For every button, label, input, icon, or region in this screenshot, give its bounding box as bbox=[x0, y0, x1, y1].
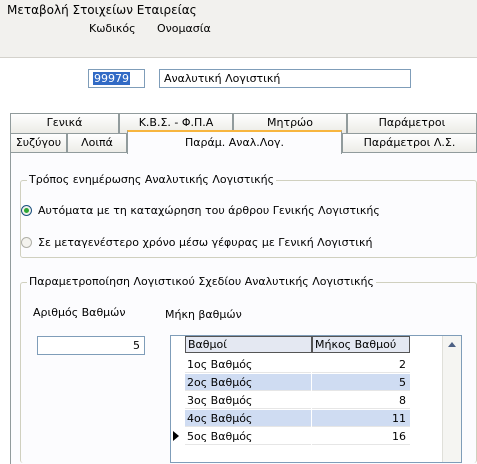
tab-general[interactable]: Γενικά bbox=[10, 113, 119, 133]
grid-scrollbar[interactable] bbox=[442, 336, 461, 462]
window-title: Μεταβολή Στοιχείων Εταιρείας bbox=[7, 3, 197, 17]
table-row[interactable]: 2ος Βαθμός 5 bbox=[171, 374, 441, 391]
table-row[interactable]: 1ος Βαθμός 2 bbox=[171, 356, 441, 373]
chart-params-label: Παραμετροποίηση Λογιστικού Σχεδίου Αναλυ… bbox=[27, 275, 376, 288]
grid-header-length[interactable]: Μήκος Βαθμού bbox=[312, 336, 410, 353]
radio-later-label: Σε μεταγενέστερο χρόνο μέσω γέφυρας με Γ… bbox=[38, 236, 373, 249]
code-value: 99979 bbox=[93, 72, 130, 85]
radio-auto-row[interactable]: Αυτόματα με τη καταχώρηση του άρθρου Γεν… bbox=[21, 204, 380, 217]
table-row[interactable]: 5ος Βαθμός 16 bbox=[171, 428, 441, 445]
radio-auto-label: Αυτόματα με τη καταχώρηση του άρθρου Γεν… bbox=[38, 204, 380, 217]
table-row[interactable]: 3ος Βαθμός 8 bbox=[171, 392, 441, 409]
row-level-length[interactable]: 8 bbox=[312, 392, 410, 409]
row-level-name: 1ος Βαθμός bbox=[185, 356, 311, 373]
row-selector-icon bbox=[173, 431, 179, 441]
radio-later[interactable] bbox=[21, 237, 32, 248]
name-input[interactable]: Αναλυτική Λογιστική bbox=[159, 69, 411, 88]
levels-input[interactable]: 5 bbox=[37, 336, 145, 355]
code-label: Κωδικός bbox=[89, 22, 136, 35]
name-label: Ονομασία bbox=[157, 22, 211, 35]
grid-header-levels[interactable]: Βαθμοί bbox=[185, 336, 312, 353]
tab-spouse[interactable]: Συζύγου bbox=[10, 133, 67, 153]
tab-parameters[interactable]: Παράμετροι bbox=[347, 113, 477, 133]
row-level-length[interactable]: 11 bbox=[312, 410, 410, 427]
tab-ls-params[interactable]: Παράμετροι Λ.Σ. bbox=[342, 133, 477, 153]
code-input[interactable]: 99979 bbox=[88, 69, 145, 88]
row-level-name: 4ος Βαθμός bbox=[185, 410, 311, 427]
radio-auto[interactable] bbox=[21, 205, 32, 216]
row-level-length[interactable]: 2 bbox=[312, 356, 410, 373]
row-level-name: 3ος Βαθμός bbox=[185, 392, 311, 409]
tab-analytical-params[interactable]: Παράμ. Αναλ.Λογ. bbox=[127, 130, 342, 154]
row-level-name: 2ος Βαθμός bbox=[185, 374, 311, 391]
tab-other[interactable]: Λοιπά bbox=[67, 133, 127, 153]
row-level-length[interactable]: 5 bbox=[312, 374, 410, 391]
update-method-label: Τρόπος ενημέρωσης Αναλυτικής Λογιστικής bbox=[27, 173, 277, 186]
table-row[interactable]: 4ος Βαθμός 11 bbox=[171, 410, 441, 427]
header-area: Μεταβολή Στοιχείων Εταιρείας Κωδικός Ονο… bbox=[0, 0, 477, 58]
radio-later-row[interactable]: Σε μεταγενέστερο χρόνο μέσω γέφυρας με Γ… bbox=[21, 236, 372, 249]
lengths-label: Μήκη βαθμών bbox=[165, 308, 242, 321]
row-level-name: 5ος Βαθμός bbox=[185, 428, 311, 445]
levels-grid[interactable]: Βαθμοί Μήκος Βαθμού 1ος Βαθμός 2 2ος Βαθ… bbox=[170, 335, 462, 463]
levels-label: Αριθμός Βαθμών bbox=[33, 306, 126, 319]
row-level-length[interactable]: 16 bbox=[312, 428, 410, 445]
scroll-up-icon[interactable] bbox=[448, 342, 456, 347]
